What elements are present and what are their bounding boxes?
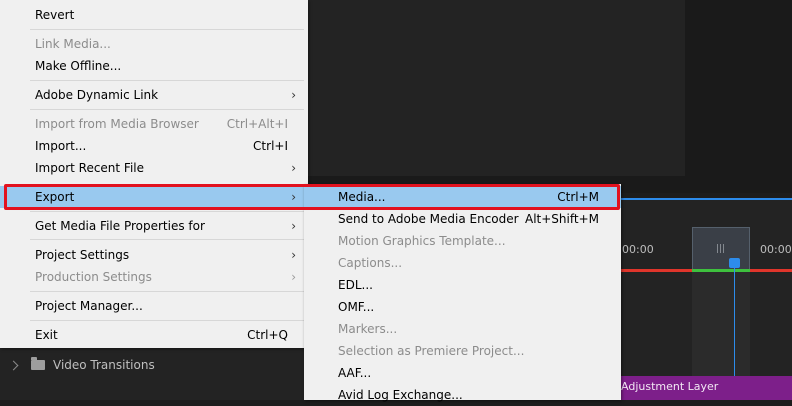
menu-item-label: Make Offline... <box>35 59 122 73</box>
menu-item-avid-log-exchange[interactable]: Avid Log Exchange... <box>304 384 621 406</box>
menu-item-label: OMF... <box>338 300 375 314</box>
folder-icon <box>31 357 45 370</box>
menu-item-motion-graphics-template[interactable]: Motion Graphics Template... <box>304 230 621 252</box>
menu-separator <box>30 211 304 212</box>
export-submenu: Media... Ctrl+M Send to Adobe Media Enco… <box>304 184 621 402</box>
submenu-arrow-icon: › <box>291 219 296 233</box>
menu-item-shortcut: Alt+Shift+M <box>525 212 599 226</box>
menu-item-link-media[interactable]: Link Media... <box>0 33 308 55</box>
menu-item-adobe-dynamic-link[interactable]: Adobe Dynamic Link › <box>0 84 308 106</box>
menu-item-project-manager[interactable]: Project Manager... <box>0 295 308 317</box>
menu-item-label: Send to Adobe Media Encoder <box>338 212 519 226</box>
menu-separator <box>30 80 304 81</box>
menu-item-import-from-media-browser[interactable]: Import from Media Browser Ctrl+Alt+I <box>0 113 308 135</box>
menu-item-label: Captions... <box>338 256 403 270</box>
menu-item-import[interactable]: Import... Ctrl+I <box>0 135 308 157</box>
menu-item-exit[interactable]: Exit Ctrl+Q <box>0 324 308 346</box>
menu-separator <box>30 109 304 110</box>
menu-separator <box>30 239 304 240</box>
menu-item-label: EDL... <box>338 278 373 292</box>
video-transitions-label: Video Transitions <box>53 358 155 372</box>
menu-item-label: Link Media... <box>35 37 111 51</box>
menu-item-label: Get Media File Properties for <box>35 219 205 233</box>
menu-item-label: Revert <box>35 8 75 22</box>
file-menu: Revert Link Media... Make Offline... Ado… <box>0 0 308 348</box>
menu-separator <box>30 320 304 321</box>
submenu-arrow-icon: › <box>291 248 296 262</box>
menu-item-shortcut: Ctrl+I <box>253 139 288 153</box>
effects-panel <box>0 348 300 400</box>
menu-item-edl[interactable]: EDL... <box>304 274 621 296</box>
menu-item-selection-as-premiere-project[interactable]: Selection as Premiere Project... <box>304 340 621 362</box>
menu-item-label: Import from Media Browser <box>35 117 199 131</box>
submenu-arrow-icon: › <box>291 270 296 284</box>
menu-item-project-settings[interactable]: Project Settings › <box>0 244 308 266</box>
menu-item-label: Selection as Premiere Project... <box>338 344 525 358</box>
menu-item-import-recent-file[interactable]: Import Recent File › <box>0 157 308 179</box>
menu-item-label: Import Recent File <box>35 161 145 175</box>
export-highlight-callout <box>4 184 620 210</box>
menu-item-make-offline[interactable]: Make Offline... <box>0 55 308 77</box>
menu-item-label: Markers... <box>338 322 398 336</box>
menu-item-label: Motion Graphics Template... <box>338 234 506 248</box>
menu-item-label: Production Settings <box>35 270 152 284</box>
menu-item-shortcut: Ctrl+Alt+I <box>226 117 288 131</box>
chevron-right-icon[interactable] <box>8 360 19 370</box>
menu-item-shortcut: Ctrl+Q <box>247 328 288 342</box>
menu-item-label: AAF... <box>338 366 372 380</box>
menu-item-markers[interactable]: Markers... <box>304 318 621 340</box>
menu-item-label: Exit <box>35 328 58 342</box>
menu-item-omf[interactable]: OMF... <box>304 296 621 318</box>
menu-item-get-media-file-properties[interactable]: Get Media File Properties for › <box>0 215 308 237</box>
timeline-timecode-right: 00:00: <box>760 243 792 256</box>
submenu-arrow-icon: › <box>291 161 296 175</box>
work-area-handle[interactable]: ||| <box>716 244 725 254</box>
menu-item-label: Adobe Dynamic Link <box>35 88 159 102</box>
clip-label: Adjustment Layer <box>621 380 719 393</box>
menu-item-label: Project Manager... <box>35 299 143 313</box>
playhead-handle[interactable] <box>729 258 740 268</box>
menu-item-label: Import... <box>35 139 87 153</box>
menu-separator <box>30 29 304 30</box>
program-monitor <box>300 0 685 176</box>
timeline-timecode-left: 00:00 <box>622 243 654 256</box>
adjustment-layer-clip[interactable]: Adjustment Layer <box>600 376 792 400</box>
video-transitions-folder[interactable]: Video Transitions <box>8 357 155 372</box>
submenu-arrow-icon: › <box>291 88 296 102</box>
menu-separator <box>30 291 304 292</box>
menu-item-captions[interactable]: Captions... <box>304 252 621 274</box>
menu-item-send-to-media-encoder[interactable]: Send to Adobe Media Encoder Alt+Shift+M <box>304 208 621 230</box>
menu-item-production-settings[interactable]: Production Settings › <box>0 266 308 288</box>
menu-item-aaf[interactable]: AAF... <box>304 362 621 384</box>
menu-item-revert[interactable]: Revert <box>0 4 308 26</box>
menu-item-label: Project Settings <box>35 248 130 262</box>
